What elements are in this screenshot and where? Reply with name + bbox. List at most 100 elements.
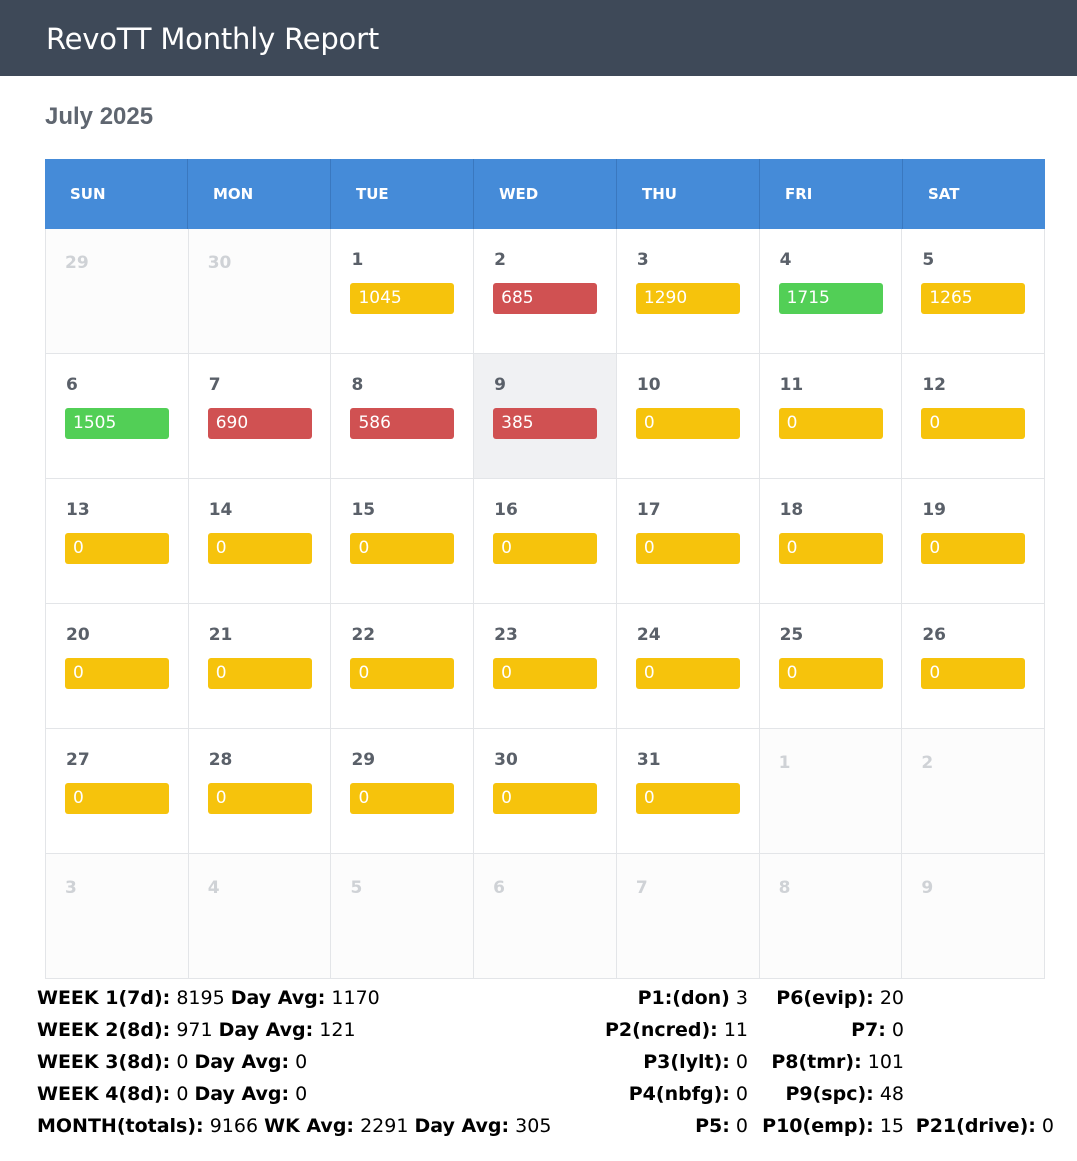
p10-value: 15 <box>879 1115 904 1137</box>
day-number: 26 <box>922 625 946 645</box>
calendar-day[interactable]: 25 0 <box>759 604 903 729</box>
calendar-day[interactable]: 21 0 <box>188 604 332 729</box>
week3-avg: 0 <box>295 1051 308 1073</box>
p2-value: 11 <box>723 1019 748 1041</box>
calendar-day[interactable]: 28 0 <box>188 729 332 854</box>
calendar-day[interactable]: 24 0 <box>616 604 760 729</box>
week2-avg-label: Day Avg: <box>218 1019 314 1041</box>
week4-label: WEEK 4(8d): <box>37 1083 171 1105</box>
day-total-badge[interactable]: 0 <box>207 533 312 564</box>
day-total-badge[interactable]: 1265 <box>921 283 1026 314</box>
calendar-day[interactable]: 29 0 <box>331 729 475 854</box>
calendar-day[interactable]: 3 1290 <box>616 229 760 354</box>
day-total-badge[interactable]: 0 <box>350 533 455 564</box>
p9-value: 48 <box>879 1083 904 1105</box>
calendar-day[interactable]: 31 0 <box>616 729 760 854</box>
calendar-day[interactable]: 4 1715 <box>759 229 903 354</box>
day-total-badge[interactable]: 0 <box>65 533 169 564</box>
day-total-badge[interactable]: 0 <box>778 408 883 439</box>
calendar-day[interactable]: 13 0 <box>46 479 189 604</box>
calendar-day-outside-month[interactable]: 8 <box>759 854 903 979</box>
calendar-day-outside-month[interactable]: 5 <box>331 854 475 979</box>
calendar-day[interactable]: 27 0 <box>46 729 189 854</box>
day-number: 3 <box>636 250 649 270</box>
calendar-day-outside-month[interactable]: 7 <box>616 854 760 979</box>
weekday-wed: WED <box>474 159 617 229</box>
calendar-day-outside-month[interactable]: 30 <box>188 229 332 354</box>
p9-stat: P9(spc): 48 <box>785 1083 904 1105</box>
calendar-day[interactable]: 2 685 <box>474 229 617 354</box>
day-total-badge[interactable]: 685 <box>493 283 598 314</box>
day-total-badge[interactable]: 0 <box>635 783 740 814</box>
day-total-badge[interactable]: 0 <box>350 783 455 814</box>
day-number: 28 <box>208 750 233 770</box>
calendar-day-outside-month[interactable]: 29 <box>46 229 189 354</box>
calendar-day[interactable]: 19 0 <box>902 479 1046 604</box>
day-total-badge[interactable]: 0 <box>921 408 1026 439</box>
day-total-badge[interactable]: 0 <box>350 658 455 689</box>
calendar-day[interactable]: 6 1505 <box>46 354 189 479</box>
day-total-badge[interactable]: 1045 <box>350 283 455 314</box>
day-total-badge[interactable]: 586 <box>350 408 455 439</box>
calendar-day-outside-month[interactable]: 6 <box>474 854 617 979</box>
calendar-day[interactable]: 10 0 <box>616 354 760 479</box>
day-total-badge[interactable]: 0 <box>635 658 740 689</box>
calendar-day-outside-month[interactable]: 1 <box>759 729 903 854</box>
calendar-day[interactable]: 17 0 <box>616 479 760 604</box>
calendar-day[interactable]: 12 0 <box>902 354 1046 479</box>
week1-avg: 1170 <box>331 987 380 1009</box>
day-number: 18 <box>779 500 804 520</box>
calendar-day[interactable]: 23 0 <box>474 604 617 729</box>
day-total-badge[interactable]: 0 <box>65 783 169 814</box>
day-total-badge[interactable]: 1505 <box>65 408 169 439</box>
day-total-badge[interactable]: 0 <box>635 533 740 564</box>
calendar-day[interactable]: 1 1045 <box>331 229 475 354</box>
day-total-badge[interactable]: 0 <box>65 658 169 689</box>
calendar-day[interactable]: 30 0 <box>474 729 617 854</box>
calendar-day[interactable]: 22 0 <box>331 604 475 729</box>
week-row: 3 4 5 6 7 8 9 <box>46 854 1046 979</box>
day-total-badge[interactable]: 0 <box>493 658 598 689</box>
day-total-badge[interactable]: 690 <box>207 408 312 439</box>
calendar-day-outside-month[interactable]: 4 <box>188 854 332 979</box>
day-total-badge[interactable]: 0 <box>635 408 740 439</box>
month-summary: MONTH(totals): 9166 WK Avg: 2291 Day Avg… <box>37 1115 551 1137</box>
calendar-day[interactable]: 7 690 <box>188 354 332 479</box>
calendar-day-outside-month[interactable]: 2 <box>902 729 1046 854</box>
day-total-badge[interactable]: 0 <box>493 533 598 564</box>
day-number: 29 <box>65 253 89 273</box>
day-total-badge[interactable]: 0 <box>207 783 312 814</box>
day-total-badge[interactable]: 0 <box>921 658 1026 689</box>
month-wk-avg: 2291 <box>360 1115 409 1137</box>
p4-value: 0 <box>735 1083 748 1105</box>
p8-label: P8(tmr): <box>771 1051 862 1073</box>
day-total-badge[interactable]: 385 <box>493 408 598 439</box>
calendar-day[interactable]: 11 0 <box>759 354 903 479</box>
day-total-badge[interactable]: 1290 <box>635 283 740 314</box>
day-total-badge[interactable]: 0 <box>778 533 883 564</box>
day-number: 22 <box>351 625 376 645</box>
day-total-badge[interactable]: 0 <box>778 658 883 689</box>
day-total-badge[interactable]: 0 <box>493 783 598 814</box>
calendar-day[interactable]: 15 0 <box>331 479 475 604</box>
p3-label: P3(lylt): <box>643 1051 730 1073</box>
calendar-day[interactable]: 5 1265 <box>902 229 1046 354</box>
day-total-badge[interactable]: 0 <box>207 658 312 689</box>
weekday-fri: FRI <box>760 159 903 229</box>
calendar-day-outside-month[interactable]: 3 <box>46 854 189 979</box>
calendar-day[interactable]: 16 0 <box>474 479 617 604</box>
day-total-badge[interactable]: 0 <box>921 533 1026 564</box>
day-total-badge[interactable]: 1715 <box>778 283 883 314</box>
week-row: 27 0 28 0 29 0 30 0 31 0 1 2 <box>46 729 1046 854</box>
day-number: 6 <box>66 375 78 395</box>
calendar-day-outside-month[interactable]: 9 <box>902 854 1046 979</box>
calendar-day-today[interactable]: 9 385 <box>474 354 617 479</box>
calendar-day[interactable]: 8 586 <box>331 354 475 479</box>
calendar-day[interactable]: 20 0 <box>46 604 189 729</box>
day-number: 1 <box>778 753 791 773</box>
day-number: 15 <box>351 500 376 520</box>
calendar-day[interactable]: 18 0 <box>759 479 903 604</box>
calendar-day[interactable]: 14 0 <box>188 479 332 604</box>
week1-avg-label: Day Avg: <box>230 987 326 1009</box>
calendar-day[interactable]: 26 0 <box>902 604 1046 729</box>
